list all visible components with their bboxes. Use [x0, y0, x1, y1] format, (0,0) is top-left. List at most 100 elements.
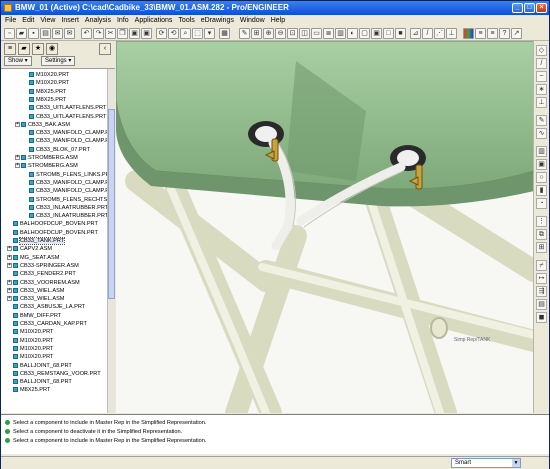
reorient-icon[interactable]: ◫ — [299, 28, 310, 39]
tree-item[interactable]: M8X25.PRT — [23, 88, 66, 96]
paste-special-icon[interactable]: ▣ — [141, 28, 152, 39]
datum-plane-tool-icon[interactable]: ◇ — [536, 45, 547, 56]
email-link-icon[interactable]: ✉ — [64, 28, 75, 39]
tree-item[interactable]: CB33_UITLAATFLENS.PRT — [23, 113, 106, 121]
datum-axis-tool-icon[interactable]: / — [536, 58, 547, 69]
shading-icon[interactable]: ■ — [395, 28, 406, 39]
revolve-tool-icon[interactable]: ◔ — [536, 198, 547, 209]
refit-icon[interactable]: ⊡ — [287, 28, 298, 39]
datum-axes-icon[interactable]: / — [422, 28, 433, 39]
save-icon[interactable]: ▪ — [28, 28, 39, 39]
new-file-icon[interactable]: ▫ — [4, 28, 15, 39]
expand-toggle-icon[interactable]: + — [7, 279, 12, 285]
tree-item[interactable]: + CB33_VOORREM.ASM — [7, 279, 80, 287]
model-3d-view[interactable] — [116, 41, 534, 413]
menu-view[interactable]: View — [40, 15, 55, 26]
graphics-window[interactable]: Simp Rep/TANK — [116, 41, 534, 413]
tree-item[interactable]: + CB33_WIEL.ASM — [7, 295, 64, 303]
tree-item[interactable]: CB33_INLAATRUBBER.PRT — [23, 204, 107, 212]
tree-item[interactable]: M10X20.PRT — [23, 71, 69, 79]
wireframe-icon[interactable]: ▢ — [359, 28, 370, 39]
tree-item[interactable]: BALHOOFDCUP_BOVEN.PRT — [7, 220, 98, 228]
tree-item[interactable]: M10X20.PRT — [23, 79, 69, 87]
folder-browser-tab-icon[interactable]: ▰ — [18, 43, 30, 55]
sketch-icon[interactable]: ↗ — [511, 28, 522, 39]
solidify-tool-icon[interactable]: ◼ — [536, 312, 547, 323]
no-hidden-icon[interactable]: □ — [383, 28, 394, 39]
tree-item[interactable]: STROMB_FLENS_RECHTS.PRT — [23, 196, 107, 204]
sketch-tool-icon[interactable]: ✎ — [536, 115, 547, 126]
create-component-icon[interactable]: ▣ — [536, 159, 547, 170]
pattern-tool-icon[interactable]: ⋮ — [536, 216, 547, 227]
select-box-icon[interactable]: ⬚ — [192, 28, 203, 39]
undo-icon[interactable]: ↶ — [81, 28, 92, 39]
tree-item[interactable]: CB33_FENDER2.PRT — [7, 270, 76, 278]
menu-applications[interactable]: Applications — [135, 15, 173, 26]
menu-tools[interactable]: Tools — [178, 15, 194, 26]
close-button[interactable]: × — [536, 3, 547, 13]
tree-item[interactable]: CB33_INLAATRUBBER.PRT — [23, 212, 107, 220]
favorites-tab-icon[interactable]: ★ — [32, 43, 44, 55]
tree-item[interactable]: + MG_SEAT.ASM — [7, 254, 59, 262]
tree-item[interactable]: M10X20.PRT — [7, 345, 53, 353]
expand-toggle-icon[interactable]: + — [7, 246, 12, 252]
tree-item[interactable]: + CB33_BAK.ASM — [15, 121, 70, 129]
tree-item[interactable]: + STROMBERG.ASM — [15, 162, 78, 170]
tree-item[interactable]: BALLJOINT_68.PRT — [7, 378, 72, 386]
datum-planes-icon[interactable]: ⊿ — [410, 28, 421, 39]
expand-toggle-icon[interactable]: + — [7, 296, 12, 302]
hidden-line-icon[interactable]: ▣ — [371, 28, 382, 39]
maximize-button[interactable]: □ — [524, 3, 535, 13]
tree-item[interactable]: M10X20.PRT — [7, 337, 53, 345]
tree-item[interactable]: BMW_DIFF.PRT — [7, 312, 61, 320]
view-manager-icon[interactable]: ▥ — [335, 28, 346, 39]
mirror-tool-icon[interactable]: ⧉ — [536, 229, 547, 240]
tree-item[interactable]: CB33_MANIFOLD_CLAMP.PRT — [23, 187, 107, 195]
menu-window[interactable]: Window — [240, 15, 265, 26]
tree-item[interactable]: + CAPV2.ASM — [7, 245, 52, 253]
paste-icon[interactable]: ▣ — [129, 28, 140, 39]
tree-scrollbar[interactable] — [107, 69, 115, 413]
regenerate-icon[interactable]: ⟳ — [156, 28, 167, 39]
web-tab-icon[interactable]: ◉ — [46, 43, 58, 55]
chevron-down-icon[interactable]: ▼ — [512, 459, 520, 467]
menu-analysis[interactable]: Analysis — [85, 15, 111, 26]
repaint-icon[interactable]: ▦ — [219, 28, 230, 39]
tree-item[interactable]: CB33_BLOK_07.PRT — [23, 146, 90, 154]
redo-icon[interactable]: ↷ — [93, 28, 104, 39]
orient-mode-icon[interactable]: ⊞ — [251, 28, 262, 39]
model-tree-tab-icon[interactable]: ≡ — [4, 43, 16, 55]
tree-item[interactable]: CB33_MANIFOLD_CLAMP.PRT — [23, 129, 107, 137]
saved-views-icon[interactable]: ▭ — [311, 28, 322, 39]
tree-item[interactable]: STROMB_FLENS_LINKS.PRT — [23, 171, 107, 179]
tree-item[interactable]: CB33_UITLAATFLENS.PRT — [23, 104, 106, 112]
menu-edrawings[interactable]: eDrawings — [201, 15, 234, 26]
tree-item[interactable]: + CB33-SPRINGER.ASM — [7, 262, 79, 270]
menu-insert[interactable]: Insert — [61, 15, 79, 26]
spin-center-icon[interactable]: ✎ — [239, 28, 250, 39]
tree-item[interactable]: CB33_CARDAN_KAP.PRT — [7, 320, 87, 328]
datum-points-icon[interactable]: ⋰ — [434, 28, 445, 39]
analysis-tool-icon[interactable]: ∿ — [536, 128, 547, 139]
tree-item[interactable]: + STROMBERG.ASM — [15, 154, 78, 162]
layer-tree-icon[interactable]: ≡ — [487, 28, 498, 39]
menu-file[interactable]: File — [5, 15, 16, 26]
collapse-navigator-icon[interactable]: ‹ — [99, 43, 111, 55]
copy-icon[interactable]: ❐ — [117, 28, 128, 39]
assemble-tool-icon[interactable]: ▥ — [536, 146, 547, 157]
tree-item[interactable]: CB33_MANIFOLD_CLAMP.PRT — [23, 179, 107, 187]
datum-curve-tool-icon[interactable]: ~ — [536, 71, 547, 82]
selection-filter-icon[interactable]: ▾ — [204, 28, 215, 39]
datum-point-tool-icon[interactable]: ∗ — [536, 84, 547, 95]
tree-item[interactable]: BALLJOINT_68.PRT — [7, 362, 72, 370]
regen-manager-icon[interactable]: ⟲ — [168, 28, 179, 39]
merge-tool-icon[interactable]: ⊞ — [536, 242, 547, 253]
show-menu-button[interactable]: Show ▾ — [4, 56, 32, 66]
expand-toggle-icon[interactable]: + — [15, 121, 20, 127]
menu-help[interactable]: Help — [271, 15, 285, 26]
tree-item[interactable]: M8X25.PRT — [23, 96, 66, 104]
settings-menu-button[interactable]: Settings ▾ — [41, 56, 76, 66]
expand-toggle-icon[interactable]: + — [7, 287, 12, 293]
find-icon[interactable]: ⌕ — [180, 28, 191, 39]
color-appearance-icon[interactable] — [463, 28, 474, 39]
